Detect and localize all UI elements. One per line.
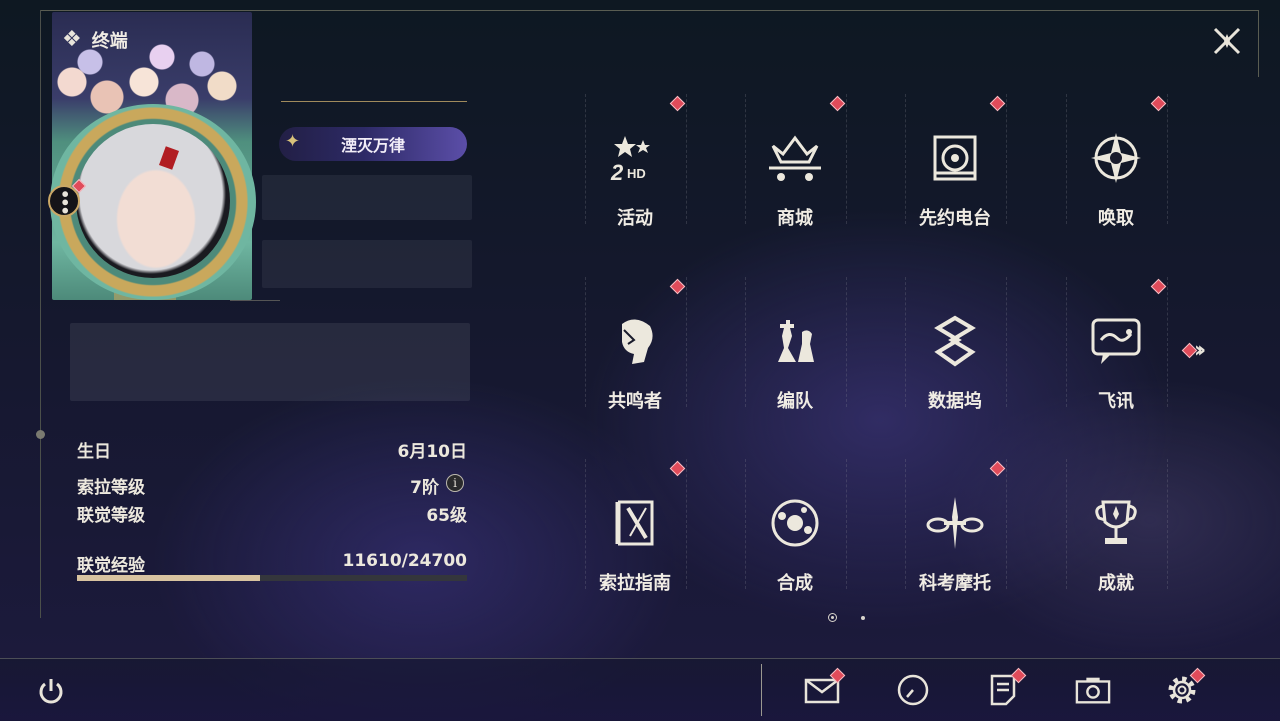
menu-item-label: 合成 bbox=[777, 573, 813, 594]
menu-item-label: 飞讯 bbox=[1098, 391, 1134, 412]
resonator-head-icon bbox=[603, 309, 667, 373]
menu-item-7[interactable]: 飞讯 bbox=[1066, 277, 1230, 459]
svg-text:2: 2 bbox=[610, 160, 624, 185]
settings-button[interactable] bbox=[1164, 667, 1206, 708]
menu-item-label: 先约电台 bbox=[919, 208, 991, 229]
sparkle-icon: ✦ bbox=[285, 131, 301, 152]
notes-button[interactable] bbox=[985, 667, 1027, 708]
menu-item-label: 编队 bbox=[777, 391, 813, 412]
header: ❖ 终端 bbox=[62, 27, 128, 53]
menu-item-label: 共鸣者 bbox=[608, 391, 662, 412]
menu-item-8[interactable]: 索拉指南 bbox=[585, 459, 749, 641]
next-page-button[interactable]: ›› bbox=[1181, 338, 1206, 363]
mail-button[interactable] bbox=[804, 667, 846, 708]
camera-icon bbox=[1075, 677, 1111, 704]
event-2hd-icon: 2 HD bbox=[603, 126, 667, 190]
menu-item-6[interactable]: 数据坞 bbox=[905, 277, 1069, 459]
power-button[interactable] bbox=[34, 674, 68, 708]
time-button[interactable] bbox=[895, 672, 931, 708]
power-icon bbox=[39, 679, 63, 704]
menu-item-1[interactable]: 商城 bbox=[745, 94, 909, 276]
player-name-redacted bbox=[262, 175, 472, 220]
player-title-badge[interactable]: ✦ 湮灭万律 bbox=[279, 127, 467, 161]
info-icon[interactable]: i bbox=[446, 474, 464, 492]
motorcycle-icon bbox=[923, 491, 987, 555]
menu-item-5[interactable]: 编队 bbox=[745, 277, 909, 459]
stat-value-sol-rank: 7阶 bbox=[410, 478, 439, 498]
divider bbox=[230, 300, 280, 301]
menu-item-label: 索拉指南 bbox=[599, 573, 671, 594]
frame-left-border bbox=[40, 10, 41, 618]
menu-item-label: 活动 bbox=[617, 208, 653, 229]
terminal-diamond-icon: ❖ bbox=[62, 27, 82, 52]
menu-item-label: 唤取 bbox=[1098, 208, 1134, 229]
convene-star-icon bbox=[1084, 126, 1148, 190]
union-exp-fill bbox=[77, 575, 261, 581]
menu-item-4[interactable]: 共鸣者 bbox=[585, 277, 749, 459]
stat-value-union-exp: 11610/24700 bbox=[342, 551, 468, 571]
player-id-redacted bbox=[262, 240, 472, 288]
data-bank-icon bbox=[923, 309, 987, 373]
page-indicator-1[interactable] bbox=[828, 613, 837, 622]
stat-value-union-level: 65级 bbox=[426, 506, 467, 526]
divider bbox=[281, 101, 467, 102]
menu-item-11[interactable]: 成就 bbox=[1066, 459, 1230, 641]
menu-item-label: 商城 bbox=[777, 208, 813, 229]
menu-item-label: 成就 bbox=[1098, 573, 1134, 594]
union-exp-bar bbox=[77, 575, 467, 581]
stat-label-sol-rank: 索拉等级 bbox=[77, 478, 145, 498]
clock-icon bbox=[897, 674, 929, 706]
menu-item-10[interactable]: 科考摩托 bbox=[905, 459, 1069, 641]
guide-book-icon bbox=[603, 491, 667, 555]
player-title-label: 湮灭万律 bbox=[340, 136, 405, 155]
page-indicator-2[interactable] bbox=[861, 616, 865, 620]
menu-item-9[interactable]: 合成 bbox=[745, 459, 909, 641]
avatar[interactable] bbox=[50, 104, 256, 300]
synthesis-orb-icon bbox=[763, 491, 827, 555]
close-icon bbox=[1213, 27, 1241, 55]
frame-left-ornament bbox=[36, 430, 45, 439]
player-signature-redacted[interactable] bbox=[70, 323, 470, 401]
page-title: 终端 bbox=[91, 31, 128, 52]
bottom-bar-divider bbox=[761, 664, 762, 716]
radio-speaker-icon bbox=[923, 126, 987, 190]
trophy-icon bbox=[1084, 491, 1148, 555]
team-chess-icon bbox=[763, 309, 827, 373]
menu-item-3[interactable]: 唤取 bbox=[1066, 94, 1230, 276]
menu-item-0[interactable]: 2 HD 活动 bbox=[585, 94, 749, 276]
avatar-portrait bbox=[76, 124, 230, 278]
menu-item-label: 科考摩托 bbox=[919, 573, 991, 594]
menu-item-2[interactable]: 先约电台 bbox=[905, 94, 1069, 276]
stat-label-union-exp: 联觉经验 bbox=[77, 556, 145, 576]
stat-label-union-level: 联觉等级 bbox=[77, 506, 145, 526]
stat-label-birthday: 生日 bbox=[77, 442, 111, 462]
svg-text:HD: HD bbox=[627, 166, 646, 181]
close-button[interactable] bbox=[1210, 24, 1244, 58]
camera-button[interactable] bbox=[1075, 672, 1111, 708]
stat-value-birthday: 6月10日 bbox=[397, 442, 468, 462]
menu-item-label: 数据坞 bbox=[928, 391, 982, 412]
message-bubble-icon bbox=[1084, 309, 1148, 373]
more-dots-icon: ••• bbox=[55, 188, 74, 214]
shop-crown-cart-icon bbox=[763, 126, 827, 190]
